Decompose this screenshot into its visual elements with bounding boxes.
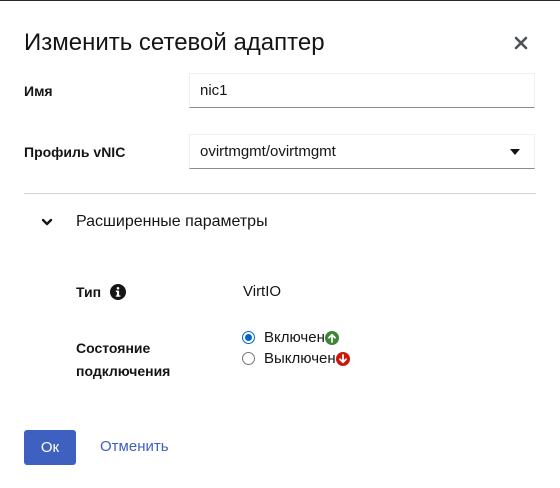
link-state-label: Состояние подключения [76,340,171,379]
type-value: VirtIO [243,283,282,300]
name-input[interactable] [189,73,535,108]
close-button[interactable] [512,34,530,52]
ok-button[interactable]: Ок [24,430,76,465]
radio-off[interactable] [242,352,255,365]
vnic-profile-label: Профиль vNIC [24,144,126,160]
link-state-option-off[interactable]: Выключен [242,350,350,367]
vnic-profile-value: ovirtmgmt/ovirtmgmt [200,143,336,160]
radio-on[interactable] [242,331,255,344]
link-state-option-on[interactable]: Включен [242,329,339,346]
vnic-profile-select[interactable]: ovirtmgmt/ovirtmgmt [189,134,535,169]
advanced-params-label: Расширенные параметры [76,213,268,230]
arrow-down-circle-icon [335,351,350,366]
info-icon[interactable] [110,284,127,300]
cancel-button[interactable]: Отменить [100,438,169,455]
arrow-up-circle-icon [324,330,339,345]
dialog-title: Изменить сетевой адаптер [24,29,325,56]
advanced-params-toggle[interactable]: Расширенные параметры [40,211,268,233]
edit-nic-dialog: Изменить сетевой адаптер Имя Профиль vNI… [0,0,560,488]
chevron-down-icon [41,218,53,226]
section-divider [24,193,536,194]
name-label: Имя [24,83,53,99]
caret-down-icon [510,149,520,155]
link-state-off-label: Выключен [264,350,336,367]
link-state-on-label: Включен [264,329,325,346]
close-icon [514,36,528,50]
type-label-row: Тип [76,284,127,300]
type-label: Тип [76,284,102,300]
